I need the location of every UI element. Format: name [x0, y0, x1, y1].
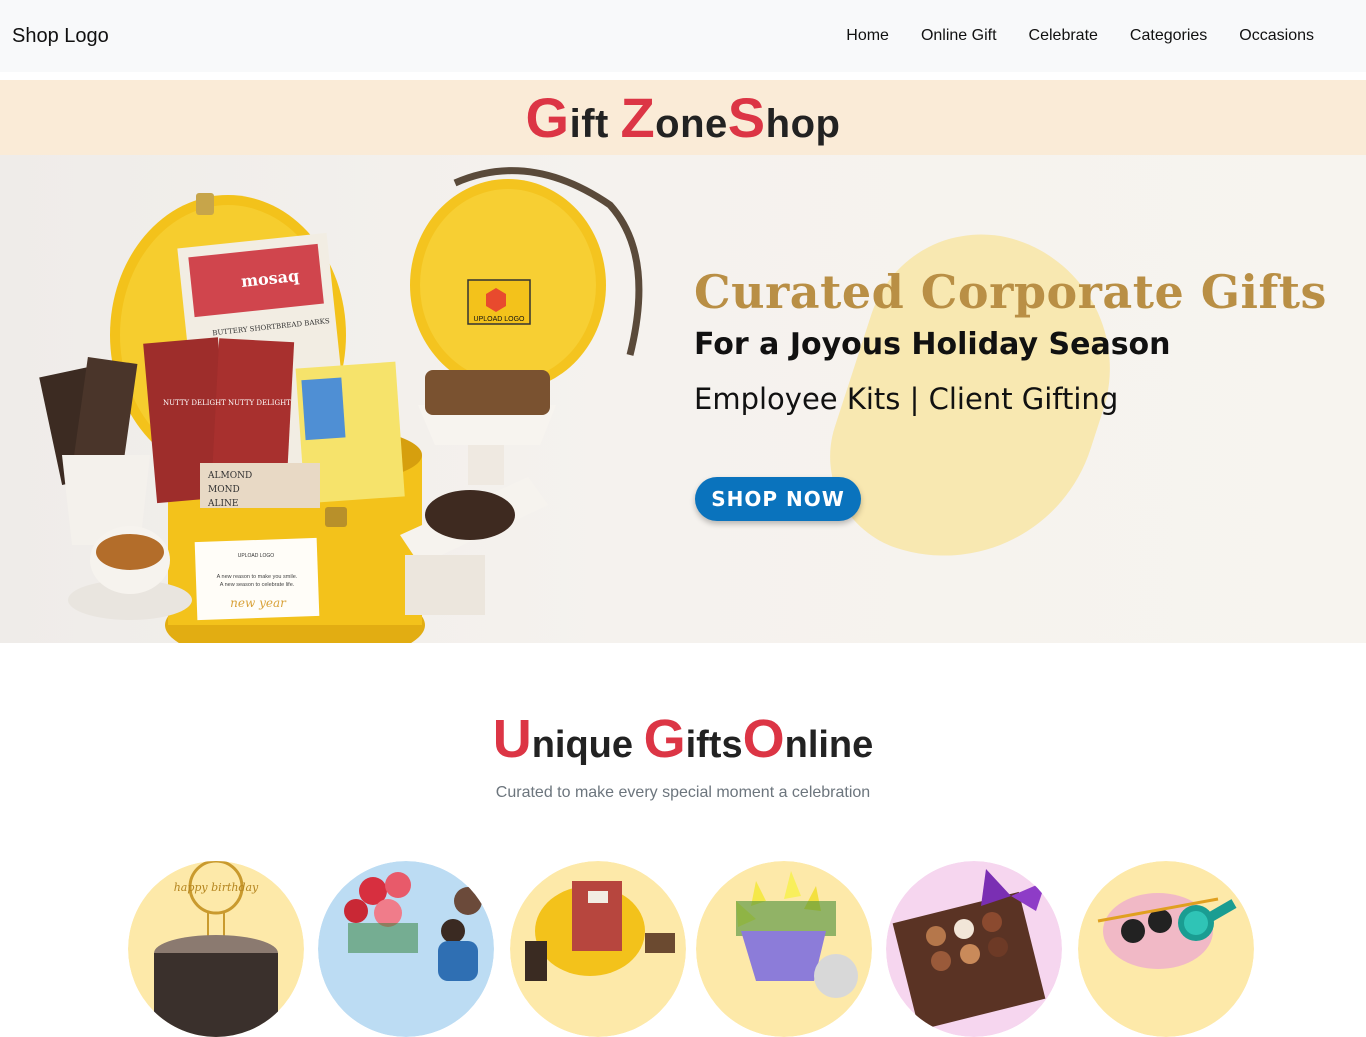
site-title-band: Gift ZoneShop	[0, 80, 1366, 155]
nav-link-home[interactable]: Home	[830, 27, 905, 45]
pack-left-text-1: ALMOND	[207, 471, 252, 481]
navbar: Shop Logo Home Online Gift Celebrate Cat…	[0, 0, 1366, 72]
nav-link-celebrate[interactable]: Celebrate	[1013, 27, 1114, 45]
shop-logo-link[interactable]: Shop Logo	[12, 25, 109, 48]
section-title: Unique GiftsOnline	[492, 709, 874, 769]
hero-subheadline: For a Joyous Holiday Season	[694, 327, 1171, 362]
hero-headline: Curated Corporate Gifts	[694, 265, 1327, 319]
nav-link-occasions[interactable]: Occasions	[1223, 27, 1330, 45]
card-line-1: A new reason to make you smile.	[217, 574, 298, 580]
flowers-icon	[696, 861, 872, 1037]
pack-left-text-3: ALINE	[207, 499, 238, 509]
box-logo-text: UPLOAD LOGO	[474, 316, 526, 323]
pack3-name-text: NUTTY DELIGHT	[228, 399, 291, 407]
shop-now-button[interactable]: SHOP NOW	[695, 477, 861, 521]
category-chocolates[interactable]	[886, 861, 1062, 1037]
category-accessories[interactable]	[1078, 861, 1254, 1037]
hero-copy: Curated Corporate Gifts For a Joyous Hol…	[694, 265, 1327, 416]
pack-left-text-2: MOND	[208, 485, 240, 495]
card-line-2: A new season to celebrate life.	[220, 582, 295, 588]
cake-topper-text: happy birthday	[174, 881, 259, 894]
nav-links: Home Online Gift Celebrate Categories Oc…	[830, 27, 1354, 45]
chocolates-icon	[886, 861, 1062, 1037]
accessories-icon	[1078, 861, 1254, 1037]
category-birthday-cakes[interactable]: happy birthday	[128, 861, 304, 1037]
nav-link-categories[interactable]: Categories	[1114, 27, 1223, 45]
hamper-icon	[510, 861, 686, 1037]
card-logo-text: UPLOAD LOGO	[238, 553, 275, 559]
category-hampers[interactable]	[510, 861, 686, 1037]
nav-link-online-gift[interactable]: Online Gift	[905, 27, 1013, 45]
category-personalised-gifts[interactable]	[318, 861, 494, 1037]
category-flowers[interactable]	[696, 861, 872, 1037]
card-script-text: new year	[230, 596, 287, 610]
pack2-name-text: NUTTY DELIGHT	[163, 399, 226, 407]
birthday-cake-icon: happy birthday	[128, 861, 304, 1037]
section-subtitle: Curated to make every special moment a c…	[495, 784, 871, 801]
gift-hamper-image: UPLOAD LOGO mosaq BUTTERY SHORTBREAD BAR…	[39, 167, 643, 643]
hero-tagline: Employee Kits | Client Gifting	[694, 382, 1119, 416]
hero-banner[interactable]: UPLOAD LOGO mosaq BUTTERY SHORTBREAD BAR…	[0, 155, 1366, 643]
site-title: Gift ZoneShop	[525, 86, 841, 149]
personalised-gift-icon	[318, 861, 494, 1037]
category-list: happy birthday	[128, 855, 1258, 1037]
